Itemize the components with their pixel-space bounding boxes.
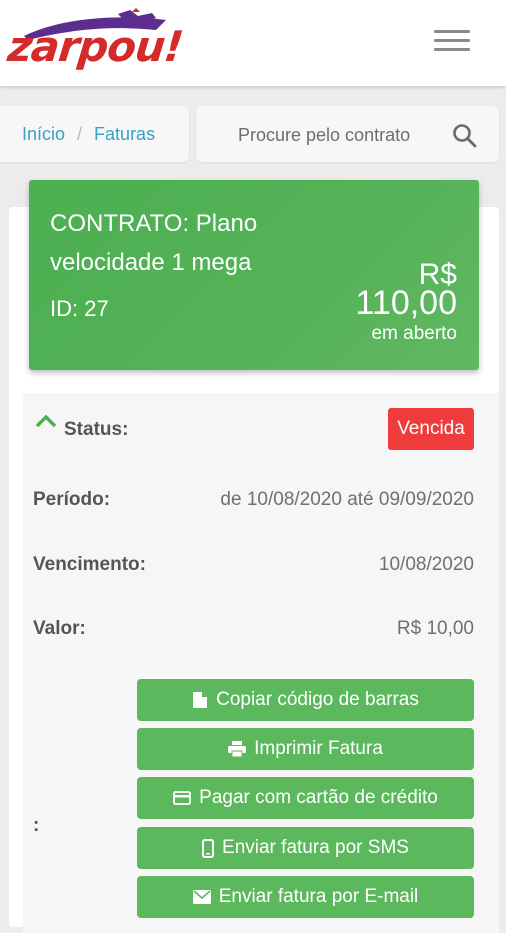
period-label: Período:	[33, 489, 111, 510]
pay-credit-card-button[interactable]: Pagar com cartão de crédito	[137, 777, 474, 819]
amount-value: R$ 10,00	[396, 618, 474, 639]
contract-status: em aberto	[371, 323, 457, 344]
print-invoice-button[interactable]: Imprimir Fatura	[137, 728, 474, 770]
copy-barcode-label: Copiar código de barras	[216, 689, 419, 710]
printer-icon	[228, 741, 247, 757]
zarpou-logo[interactable]: zarpou!	[5, 8, 185, 80]
logo-text: zarpou!	[5, 22, 186, 71]
envelope-icon	[192, 890, 211, 904]
document-icon	[193, 692, 208, 708]
status-badge: Vencida	[388, 408, 474, 450]
period-value: de 10/08/2020 até 09/09/2020	[220, 489, 474, 510]
contract-summary[interactable]: CONTRATO: Plano velocidade 1 mega ID: 27…	[29, 180, 479, 370]
hamburger-menu-icon[interactable]	[434, 30, 470, 56]
contract-title: CONTRATO: Plano velocidade 1 mega	[50, 210, 258, 276]
breadcrumb: Início / Faturas	[0, 106, 189, 162]
copy-barcode-button[interactable]: Copiar código de barras	[137, 679, 474, 721]
pay-credit-card-label: Pagar com cartão de crédito	[199, 787, 438, 808]
breadcrumb-separator: /	[77, 123, 83, 144]
top-bar: zarpou!	[0, 0, 506, 86]
send-sms-label: Enviar fatura por SMS	[222, 837, 409, 858]
actions-label: :	[33, 815, 40, 836]
breadcrumb-faturas[interactable]: Faturas	[94, 124, 155, 145]
status-label: Status:	[64, 419, 129, 440]
send-email-label: Enviar fatura por E-mail	[218, 886, 419, 907]
mobile-phone-icon	[202, 838, 215, 858]
amount-label: Valor:	[33, 618, 86, 639]
print-invoice-label: Imprimir Fatura	[254, 738, 383, 759]
search-input[interactable]	[236, 106, 440, 164]
chevron-up-icon[interactable]	[35, 413, 57, 429]
contract-id: ID: 27	[50, 296, 109, 321]
credit-card-icon	[173, 791, 192, 805]
due-date-label: Vencimento:	[33, 554, 146, 575]
search-icon[interactable]	[452, 123, 478, 149]
send-email-button[interactable]: Enviar fatura por E-mail	[137, 876, 474, 918]
send-sms-button[interactable]: Enviar fatura por SMS	[137, 827, 474, 869]
due-date-value: 10/08/2020	[378, 554, 474, 575]
search-box	[196, 106, 499, 164]
contract-amount: 110,00	[355, 284, 457, 322]
breadcrumb-inicio[interactable]: Início	[22, 124, 65, 145]
